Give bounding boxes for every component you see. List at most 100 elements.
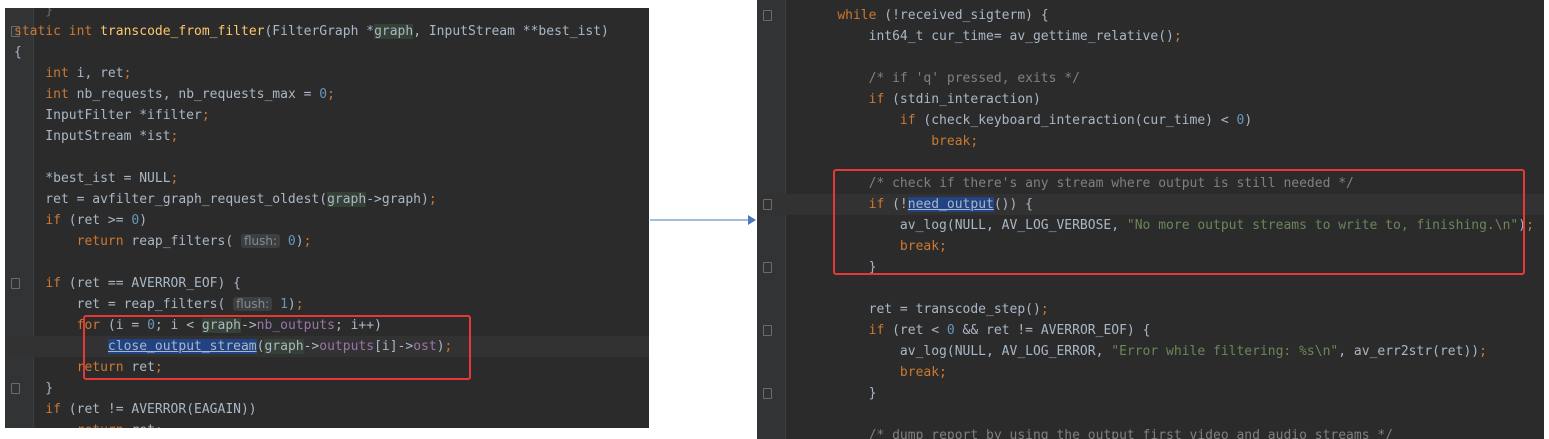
code-token: if [45, 276, 61, 291]
code-token: (! [884, 197, 908, 212]
code-line[interactable] [757, 278, 1544, 299]
code-line[interactable]: if (stdin_interaction) [757, 89, 1544, 110]
code-line[interactable] [757, 404, 1544, 425]
code-token: (stdin_interaction) [884, 92, 1041, 107]
code-token: ; [154, 360, 163, 375]
code-token: ret = avfilter_graph_request_oldest( [14, 192, 328, 207]
code-line[interactable]: int i, ret; [5, 63, 649, 84]
code-token: break; [899, 239, 947, 254]
code-line[interactable]: } [5, 8, 649, 21]
code-token: ; [303, 234, 312, 249]
code-line[interactable]: /* if 'q' pressed, exits */ [757, 68, 1544, 89]
code-token: graph [327, 192, 367, 207]
code-line[interactable]: close_output_stream(graph->outputs[i]->o… [5, 336, 649, 357]
code-text: int64_t cur_time= av_gettime_relative(); [806, 26, 1182, 47]
code-text: } [806, 257, 877, 278]
code-line[interactable]: InputStream *ist; [5, 126, 649, 147]
code-line[interactable] [757, 152, 1544, 173]
code-text: if (ret >= 0) [14, 210, 147, 231]
code-token: , InputStream **best_ist) [413, 24, 609, 39]
fold-marker-icon[interactable] [763, 199, 772, 210]
code-token: break; [931, 134, 979, 149]
code-line[interactable]: while (!received_sigterm) { [757, 5, 1544, 26]
fold-marker-icon[interactable] [763, 10, 772, 21]
code-token: while [837, 8, 877, 23]
code-text: if (ret != AVERROR(EAGAIN)) [14, 399, 256, 420]
code-line[interactable] [5, 252, 649, 273]
code-line[interactable]: return reap_filters( flush: 0); [5, 231, 649, 252]
left-code-editor[interactable]: } static int transcode_from_filter(Filter… [5, 8, 649, 428]
code-token: nb_requests, nb_requests_max = [68, 87, 320, 102]
code-token: ; i++) [334, 318, 382, 333]
code-line[interactable]: if (ret < 0 && ret != AVERROR_EOF) { [757, 320, 1544, 341]
code-line[interactable]: *best_ist = NULL; [5, 168, 649, 189]
code-line[interactable]: av_log(NULL, AV_LOG_ERROR, "Error while … [757, 341, 1544, 362]
right-code-editor[interactable]: while (!received_sigterm) { int64_t cur_… [757, 0, 1544, 439]
code-line[interactable]: /* check if there's any stream where out… [757, 173, 1544, 194]
code-line[interactable]: ret = avfilter_graph_request_oldest(grap… [5, 189, 649, 210]
code-token: if [868, 323, 885, 338]
code-token: } [14, 381, 54, 396]
code-line[interactable]: if (check_keyboard_interaction(cur_time)… [757, 110, 1544, 131]
code-line[interactable] [5, 147, 649, 168]
fold-marker-icon[interactable] [763, 388, 772, 399]
code-line[interactable]: int64_t cur_time= av_gettime_relative(); [757, 26, 1544, 47]
code-token: break; [899, 365, 947, 380]
code-text: InputFilter *ifilter; [14, 105, 209, 126]
code-line[interactable]: ret = reap_filters( flush: 1); [5, 294, 649, 315]
code-token: ->graph) [366, 192, 429, 207]
code-line[interactable]: } [757, 257, 1544, 278]
code-token: [i]-> [374, 339, 414, 354]
code-token: if [899, 113, 916, 128]
code-text: if (check_keyboard_interaction(cur_time)… [806, 110, 1252, 131]
code-line[interactable]: break; [757, 362, 1544, 383]
code-line[interactable] [757, 47, 1544, 68]
code-line[interactable]: ret = transcode_step(); [757, 299, 1544, 320]
code-token: ) [295, 234, 304, 249]
code-token: ; [170, 171, 179, 186]
code-line[interactable]: { [5, 42, 649, 63]
code-line[interactable]: av_log(NULL, AV_LOG_VERBOSE, "No more ou… [757, 215, 1544, 236]
code-token: if [45, 213, 61, 228]
fold-marker-icon[interactable] [763, 325, 772, 336]
code-line[interactable]: } [757, 383, 1544, 404]
code-line[interactable]: if (ret >= 0) [5, 210, 649, 231]
code-line[interactable]: static int transcode_from_filter(FilterG… [5, 21, 649, 42]
code-token: graph [374, 24, 414, 39]
code-token: ; [1040, 302, 1049, 317]
code-token: *best_ist = NULL [14, 171, 171, 186]
code-text: /* if 'q' pressed, exits */ [806, 68, 1080, 89]
code-line[interactable]: return ret; [5, 357, 649, 378]
code-text: *best_ist = NULL; [14, 168, 178, 189]
code-text: av_log(NULL, AV_LOG_ERROR, "Error while … [806, 341, 1487, 362]
code-token: ; i < [154, 318, 202, 333]
code-token: /* if 'q' pressed, exits */ [868, 71, 1080, 86]
code-token: } [806, 386, 877, 401]
code-line[interactable]: int nb_requests, nb_requests_max = 0; [5, 84, 649, 105]
code-token: return [77, 423, 124, 428]
code-line[interactable]: return ret; [5, 420, 649, 428]
code-line[interactable]: if (ret == AVERROR_EOF) { [5, 273, 649, 294]
code-token: InputStream *ist [14, 129, 171, 144]
code-line[interactable]: break; [757, 131, 1544, 152]
code-line[interactable]: break; [757, 236, 1544, 257]
code-line[interactable]: InputFilter *ifilter; [5, 105, 649, 126]
code-token: int64_t cur_time= av_gettime_relative() [806, 29, 1174, 44]
code-token: InputFilter *ifilter [14, 108, 202, 123]
code-token: (ret >= [60, 213, 132, 228]
fold-marker-icon[interactable] [763, 262, 772, 273]
code-line[interactable]: /* dump report by using the output first… [757, 425, 1544, 439]
code-line[interactable]: if (!need_output()) { [757, 194, 1544, 215]
code-token: ; [327, 87, 335, 102]
code-line[interactable]: } [5, 378, 649, 399]
code-text: av_log(NULL, AV_LOG_VERBOSE, "No more ou… [806, 215, 1534, 236]
code-line[interactable]: for (i = 0; i < graph->nb_outputs; i++) [5, 315, 649, 336]
code-token: "No more output streams to write to, fin… [1126, 218, 1519, 233]
code-line[interactable]: if (ret != AVERROR(EAGAIN)) [5, 399, 649, 420]
